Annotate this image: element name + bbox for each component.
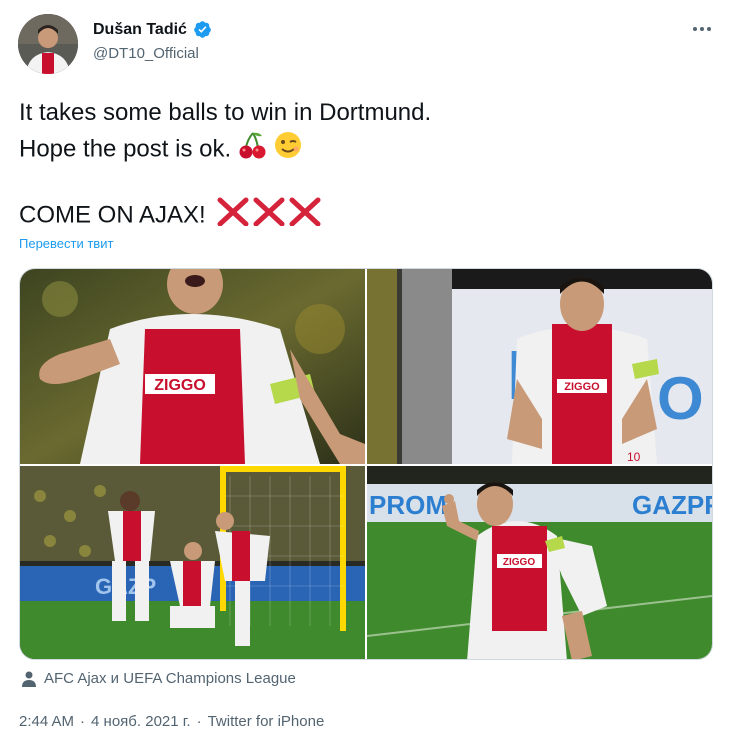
cherries-emoji-icon: [237, 130, 267, 170]
svg-text:ZIGGO: ZIGGO: [503, 557, 535, 568]
tagged-users-label[interactable]: AFC Ajax и UEFA Champions League: [44, 670, 296, 687]
meta-separator: ·: [196, 713, 202, 730]
handle[interactable]: @DT10_Official: [93, 45, 199, 62]
more-options-icon[interactable]: [690, 22, 714, 34]
tweet-line-3: COME ON AJAX!: [19, 196, 699, 230]
meta-separator: ·: [80, 713, 86, 730]
tweet-line-3-text: COME ON AJAX!: [19, 201, 206, 229]
photo-1[interactable]: ZIGGO: [20, 269, 365, 464]
photo-2[interactable]: P O ZIGGO 10: [367, 269, 712, 464]
svg-text:10: 10: [627, 450, 641, 464]
svg-text:ZIGGO: ZIGGO: [564, 381, 600, 393]
tweet-metadata: 2:44 AM · 4 нояб. 2021 г. · Twitter for …: [19, 713, 324, 730]
cross-marks-icon: [216, 196, 324, 236]
svg-text:O: O: [657, 365, 704, 432]
translate-tweet-link[interactable]: Перевести твит: [19, 236, 113, 251]
tweet-line-1: It takes some balls to win in Dortmund.: [19, 99, 432, 126]
tweet-line-2: Hope the post is ok.: [19, 130, 699, 164]
avatar[interactable]: [18, 14, 78, 74]
tweet-date[interactable]: 4 нояб. 2021 г.: [91, 713, 191, 730]
verified-badge-icon: [193, 20, 212, 39]
photo-3[interactable]: GAZP: [20, 466, 365, 659]
tagged-users-row[interactable]: AFC Ajax и UEFA Champions League: [22, 670, 296, 687]
winking-face-emoji-icon: [273, 130, 303, 170]
tweet-time[interactable]: 2:44 AM: [19, 713, 74, 730]
tweet-source[interactable]: Twitter for iPhone: [208, 713, 325, 730]
tweet: Dušan Tadić @DT10_Official It takes some…: [0, 0, 730, 748]
svg-text:ZIGGO: ZIGGO: [154, 377, 206, 394]
svg-text:PROM: PROM: [369, 490, 447, 520]
media-grid: ZIGGO P O ZIGGO: [19, 268, 713, 660]
display-name[interactable]: Dušan Tadić: [93, 21, 187, 39]
photo-4[interactable]: PROM GAZPR ZIGGO: [367, 466, 712, 659]
svg-text:GAZPR: GAZPR: [632, 490, 712, 520]
tweet-text: It takes some balls to win in Dortmund. …: [19, 96, 699, 230]
person-icon: [22, 671, 36, 687]
tweet-line-2-text: Hope the post is ok.: [19, 135, 232, 163]
